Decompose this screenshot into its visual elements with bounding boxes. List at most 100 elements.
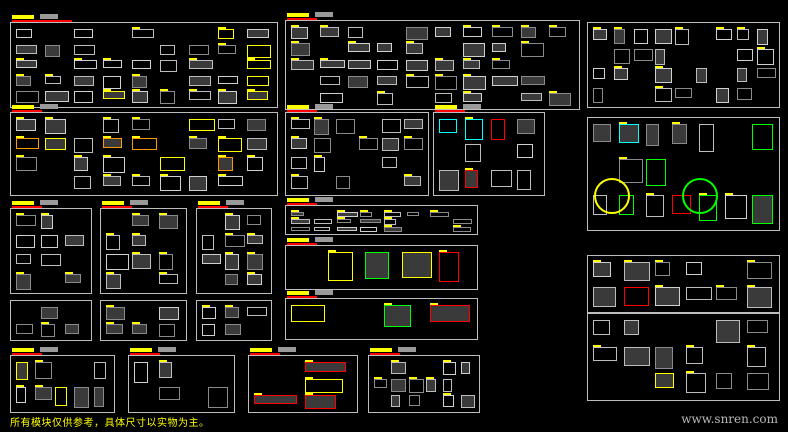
cad-block [254, 395, 297, 405]
cad-block [313, 157, 326, 173]
cad-block [328, 252, 354, 282]
block-label [452, 224, 461, 227]
cad-block [132, 215, 150, 227]
block-label [434, 74, 443, 77]
cad-block [751, 194, 773, 224]
cad-block [16, 29, 32, 39]
block-label [132, 252, 141, 254]
sheet-logo [315, 12, 333, 17]
cad-block [189, 138, 207, 150]
cad-block [93, 387, 105, 408]
cad-block [247, 307, 267, 316]
cad-block [131, 138, 157, 151]
block-label [291, 174, 299, 176]
cad-block [291, 212, 305, 217]
sheet-logo [398, 347, 416, 352]
cad-block [747, 320, 768, 334]
sheet-title-label [198, 201, 220, 205]
cad-block [593, 68, 606, 79]
block-label [429, 210, 438, 212]
drawing-note: 所有模块仅供参考，具体尺寸以实物为主。 [10, 418, 210, 429]
cad-block [675, 29, 690, 46]
cad-block [593, 262, 612, 278]
sheet-logo [315, 237, 333, 242]
cad-block [654, 262, 671, 277]
block-label [224, 232, 233, 235]
cad-block [623, 320, 640, 335]
cad-block [73, 138, 93, 153]
block-label [675, 27, 684, 29]
block-label [463, 25, 472, 27]
block-label [73, 58, 82, 61]
cad-block [465, 119, 483, 141]
cad-block [336, 119, 355, 134]
cad-block [73, 75, 94, 86]
cad-block [93, 362, 107, 380]
title-underline [287, 18, 317, 20]
block-label [443, 393, 452, 396]
cad-block [337, 226, 357, 232]
cad-block [44, 138, 67, 150]
block-label [313, 155, 322, 157]
block-label [654, 85, 663, 88]
block-label [40, 321, 49, 324]
cad-block [291, 305, 326, 323]
sheet-logo [40, 14, 58, 19]
watermark: www.snren.com [681, 412, 778, 426]
cad-block [491, 27, 514, 38]
cad-block [359, 138, 378, 151]
cad-block [404, 176, 422, 187]
cad-block [16, 119, 37, 131]
cad-block [291, 219, 311, 225]
block-label [35, 385, 44, 387]
cad-block [645, 194, 665, 217]
cad-block [623, 262, 650, 281]
sheet-title-label [12, 201, 34, 205]
cad-block [131, 75, 147, 89]
block-label [305, 360, 313, 362]
cad-block [291, 27, 308, 40]
cad-block [698, 124, 714, 153]
block-label [189, 136, 198, 138]
block-label [291, 117, 299, 119]
block-label [291, 41, 299, 44]
cad-block [224, 215, 241, 230]
block-label [102, 155, 111, 157]
sheet-logo [315, 104, 333, 109]
block-label [439, 250, 447, 252]
block-label [247, 271, 256, 274]
block-label [102, 136, 111, 138]
cad-block [439, 252, 459, 283]
block-label [102, 89, 111, 92]
block-label [654, 260, 663, 262]
block-label [158, 271, 167, 274]
block-label [747, 260, 756, 262]
cad-block [593, 29, 608, 41]
cad-block [189, 119, 215, 132]
block-label [247, 89, 256, 92]
cad-block [291, 157, 307, 170]
cad-block [623, 346, 651, 367]
cad-block [160, 176, 181, 192]
cad-block [247, 138, 268, 150]
cad-block [405, 43, 424, 55]
cad-block [158, 254, 173, 271]
cad-block [16, 60, 37, 69]
block-label [465, 167, 473, 170]
sheet-title-label [435, 105, 457, 109]
cad-block [593, 287, 616, 307]
cad-block [247, 157, 264, 172]
cad-block [131, 119, 150, 131]
title-underline [370, 353, 400, 355]
block-label [426, 376, 434, 379]
sheet-title-label [130, 348, 152, 352]
cad-block [305, 378, 344, 393]
cad-block [549, 27, 567, 37]
cad-block [491, 119, 505, 140]
block-label [404, 174, 413, 176]
title-underline [12, 353, 42, 355]
cad-block [443, 395, 455, 407]
block-label [102, 174, 111, 176]
cad-block [313, 138, 332, 153]
cad-block [751, 124, 773, 151]
